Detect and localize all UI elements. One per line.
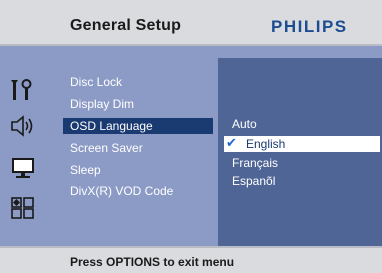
menu-item-display-dim[interactable]: Display Dim bbox=[70, 97, 134, 111]
brand-logo: PHILIPS bbox=[271, 17, 348, 36]
grid-icon[interactable] bbox=[10, 196, 36, 220]
menu-item-sleep[interactable]: Sleep bbox=[70, 163, 101, 177]
menu-item-osd-language[interactable]: OSD Language bbox=[70, 119, 153, 133]
setup-screen: General Setup PHILIPS Disc Lock Display … bbox=[0, 0, 382, 273]
menu-item-disc-lock[interactable]: Disc Lock bbox=[70, 75, 122, 89]
menu-item-screen-saver[interactable]: Screen Saver bbox=[70, 141, 143, 155]
display-icon[interactable] bbox=[10, 156, 36, 180]
settings-icon[interactable] bbox=[10, 78, 36, 102]
footer-bar: Press OPTIONS to exit menu bbox=[0, 246, 382, 273]
checkmark-icon: ✔ bbox=[226, 135, 237, 150]
header-bar: General Setup PHILIPS bbox=[0, 0, 382, 46]
options-header-strip bbox=[218, 46, 382, 58]
speaker-icon[interactable] bbox=[10, 114, 36, 138]
option-english[interactable]: English bbox=[246, 137, 285, 151]
option-francais[interactable]: Français bbox=[232, 156, 278, 170]
option-auto[interactable]: Auto bbox=[232, 117, 257, 131]
options-panel bbox=[218, 58, 382, 246]
page-title: General Setup bbox=[70, 17, 182, 34]
menu-item-divx-vod-code[interactable]: DivX(R) VOD Code bbox=[70, 184, 173, 198]
footer-hint: Press OPTIONS to exit menu bbox=[70, 255, 235, 269]
option-espanol[interactable]: Espanõl bbox=[232, 174, 275, 188]
